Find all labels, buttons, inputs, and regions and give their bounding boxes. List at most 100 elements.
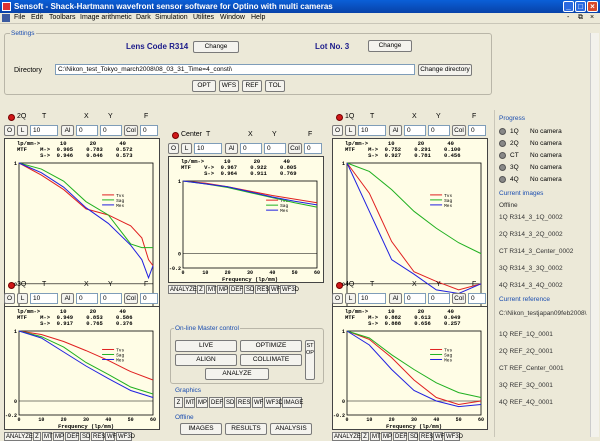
t-field[interactable]: 10	[358, 125, 386, 136]
f-field[interactable]: 0	[304, 143, 322, 154]
change-lot-button[interactable]: Change	[368, 40, 412, 52]
opt-button[interactable]: OPT	[192, 80, 216, 92]
toolbar-analyze-button[interactable]: ANALYZE	[168, 285, 197, 294]
document-icon[interactable]	[2, 14, 10, 22]
o-button[interactable]: O	[332, 293, 343, 304]
align-button[interactable]: ALIGN	[175, 354, 237, 366]
reference-item[interactable]: 1Q REF_1Q_0001	[499, 331, 553, 338]
live-button[interactable]: LIVE	[175, 340, 237, 352]
o-button[interactable]: O	[332, 125, 343, 136]
toolbar-def-button[interactable]: DEF	[229, 285, 243, 294]
t-field[interactable]: 10	[30, 125, 58, 136]
reference-item[interactable]: 2Q REF_2Q_0001	[499, 348, 553, 355]
toolbar-z-button[interactable]: Z	[197, 285, 205, 294]
toolbar-wf3d-button[interactable]: WF3D	[280, 285, 299, 294]
x-field[interactable]: 0	[240, 143, 262, 154]
menu-dark[interactable]: Dark	[136, 14, 151, 21]
l-button[interactable]: L	[17, 125, 28, 136]
minimize-button[interactable]: _	[563, 1, 574, 12]
mdi-close-button[interactable]: ×	[590, 14, 594, 21]
current-image-item[interactable]: CT R314_3_Center_0002	[499, 248, 573, 255]
menu-file[interactable]: File	[14, 14, 25, 21]
images-button[interactable]: IMAGES	[180, 423, 222, 435]
toolbar-mp-button[interactable]: MP	[217, 285, 228, 294]
menu-utilites[interactable]: Utilites	[193, 14, 214, 21]
graphics-z-button[interactable]: Z	[174, 397, 183, 408]
y-field[interactable]: 0	[428, 125, 450, 136]
col-button[interactable]: Col	[124, 125, 138, 136]
collimate-button[interactable]: COLLIMATE	[240, 354, 302, 366]
graphics-mt-button[interactable]: MT	[184, 397, 195, 408]
x-field[interactable]: 0	[76, 125, 98, 136]
al-button[interactable]: Al	[389, 125, 402, 136]
close-button[interactable]: ×	[587, 1, 598, 12]
graphics-sd-button[interactable]: SD	[224, 397, 235, 408]
menu-help[interactable]: Help	[251, 14, 265, 21]
optimize-button[interactable]: OPTIMIZE	[240, 340, 302, 352]
l-button[interactable]: L	[181, 143, 192, 154]
l-button[interactable]: L	[345, 125, 356, 136]
toolbar-sd-button[interactable]: SD	[244, 285, 254, 294]
maximize-button[interactable]: □	[575, 1, 586, 12]
menu-window[interactable]: Window	[220, 14, 245, 21]
f-field[interactable]: 0	[140, 293, 158, 304]
analysis-button[interactable]: ANALYSIS	[270, 423, 312, 435]
x-field[interactable]: 0	[404, 293, 426, 304]
f-field[interactable]: 0	[468, 125, 486, 136]
mdi-minimize-button[interactable]: -	[567, 14, 569, 21]
menu-image-arithmetic[interactable]: Image arithmetic	[80, 14, 132, 21]
stop-button[interactable]: STOP	[305, 340, 315, 380]
x-field[interactable]: 0	[404, 125, 426, 136]
menu-edit[interactable]: Edit	[31, 14, 43, 21]
o-button[interactable]: O	[4, 293, 15, 304]
current-image-item[interactable]: 3Q R314_3_3Q_0002	[499, 265, 563, 272]
graphics-image-button[interactable]: IMAGE	[282, 397, 303, 408]
graphics-mp-button[interactable]: MP	[196, 397, 208, 408]
reference-item[interactable]: CT REF_Center_0001	[499, 365, 564, 372]
reference-item[interactable]: 3Q REF_3Q_0001	[499, 382, 553, 389]
analyze-master-button[interactable]: ANALYZE	[205, 368, 269, 380]
change-lens-button[interactable]: Change	[193, 41, 239, 53]
o-button[interactable]: O	[4, 125, 15, 136]
x-field[interactable]: 0	[76, 293, 98, 304]
col-button[interactable]: Col	[452, 125, 466, 136]
menu-simulation[interactable]: Simulation	[155, 14, 188, 21]
al-button[interactable]: Al	[61, 293, 74, 304]
y-field[interactable]: 0	[100, 125, 122, 136]
al-button[interactable]: Al	[225, 143, 238, 154]
ref-button[interactable]: REF	[242, 80, 262, 92]
results-button[interactable]: RESULTS	[225, 423, 267, 435]
f-field[interactable]: 0	[140, 125, 158, 136]
reference-item[interactable]: 4Q REF_4Q_0001	[499, 399, 553, 406]
current-image-item[interactable]: 1Q R314_3_1Q_0002	[499, 214, 563, 221]
change-directory-button[interactable]: Change directory	[418, 64, 472, 76]
col-button[interactable]: Col	[124, 293, 138, 304]
directory-field[interactable]: C:\Nikon_test_Tokyo_march2008\08_03_31_T…	[55, 64, 415, 75]
al-button[interactable]: Al	[61, 125, 74, 136]
current-image-item[interactable]: 2Q R314_3_2Q_0002	[499, 231, 563, 238]
wfs-button[interactable]: WFS	[219, 80, 239, 92]
t-field[interactable]: 10	[30, 293, 58, 304]
col-button[interactable]: Col	[288, 143, 302, 154]
graphics-wf3d-button[interactable]: WF3D	[264, 397, 283, 408]
al-button[interactable]: Al	[389, 293, 402, 304]
y-field[interactable]: 0	[100, 293, 122, 304]
o-button[interactable]: O	[168, 143, 179, 154]
graphics-wf-button[interactable]: WF	[252, 397, 263, 408]
tol-button[interactable]: TOL	[265, 80, 285, 92]
y-field[interactable]: 0	[428, 293, 450, 304]
mdi-restore-button[interactable]: ⧉	[578, 14, 583, 22]
vertical-scrollbar[interactable]	[590, 33, 599, 437]
l-button[interactable]: L	[17, 293, 28, 304]
graphics-def-button[interactable]: DEF	[209, 397, 223, 408]
f-field[interactable]: 0	[468, 293, 486, 304]
t-field[interactable]: 10	[194, 143, 222, 154]
y-field[interactable]: 0	[264, 143, 286, 154]
current-image-item[interactable]: 4Q R314_3_4Q_0002	[499, 282, 563, 289]
toolbar-res-button[interactable]: RES	[255, 285, 269, 294]
graphics-res-button[interactable]: RES	[236, 397, 251, 408]
l-button[interactable]: L	[345, 293, 356, 304]
toolbar-wf-button[interactable]: WF	[269, 285, 280, 294]
toolbar-mt-button[interactable]: MT	[206, 285, 217, 294]
t-field[interactable]: 10	[358, 293, 386, 304]
